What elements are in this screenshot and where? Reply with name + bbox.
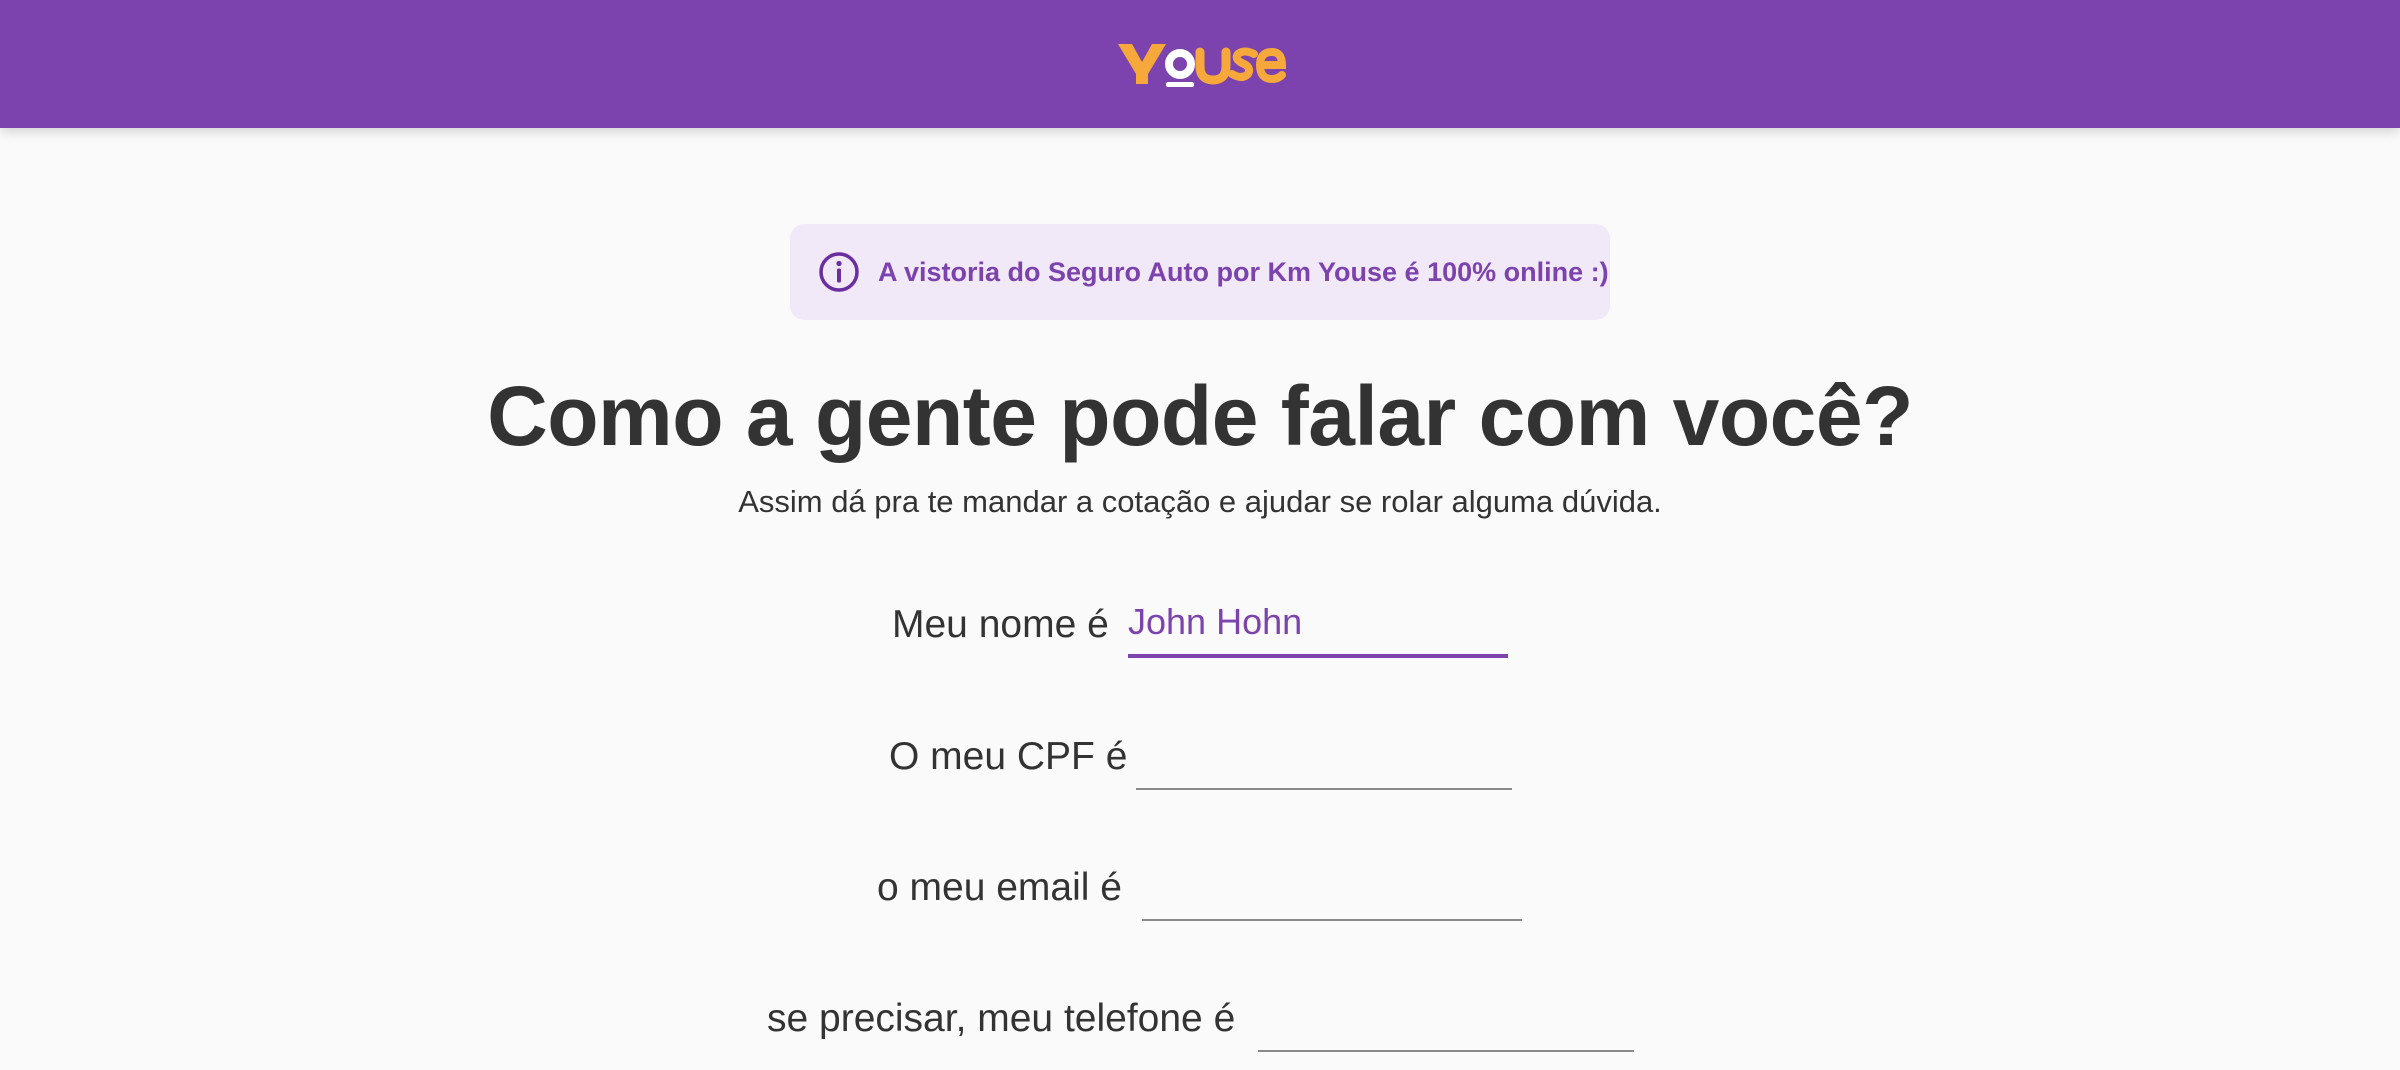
- page-title: Como a gente pode falar com você?: [487, 369, 1913, 463]
- email-input[interactable]: [1142, 853, 1522, 921]
- youse-logo-graphic: [1118, 44, 1286, 87]
- info-icon: [818, 251, 860, 293]
- phone-input[interactable]: [1258, 984, 1634, 1052]
- email-row: o meu email é: [0, 853, 2400, 923]
- phone-label: se precisar, meu telefone é: [767, 997, 1236, 1040]
- online-inspection-notice: A vistoria do Seguro Auto por Km Youse é…: [790, 224, 1610, 320]
- cpf-row: O meu CPF é: [0, 722, 2400, 792]
- top-bar: [0, 0, 2400, 128]
- notice-text: A vistoria do Seguro Auto por Km Youse é…: [878, 256, 1609, 287]
- cpf-label: O meu CPF é: [889, 735, 1128, 778]
- email-label: o meu email é: [877, 866, 1122, 909]
- cpf-input[interactable]: [1136, 722, 1512, 790]
- name-label: Meu nome é: [892, 603, 1109, 646]
- youse-logo[interactable]: [1114, 32, 1286, 94]
- name-row: Meu nome é: [0, 590, 2400, 660]
- phone-row: se precisar, meu telefone é: [0, 984, 2400, 1054]
- page-subtitle: Assim dá pra te mandar a cotação e ajuda…: [738, 484, 1662, 519]
- name-input[interactable]: [1128, 590, 1508, 658]
